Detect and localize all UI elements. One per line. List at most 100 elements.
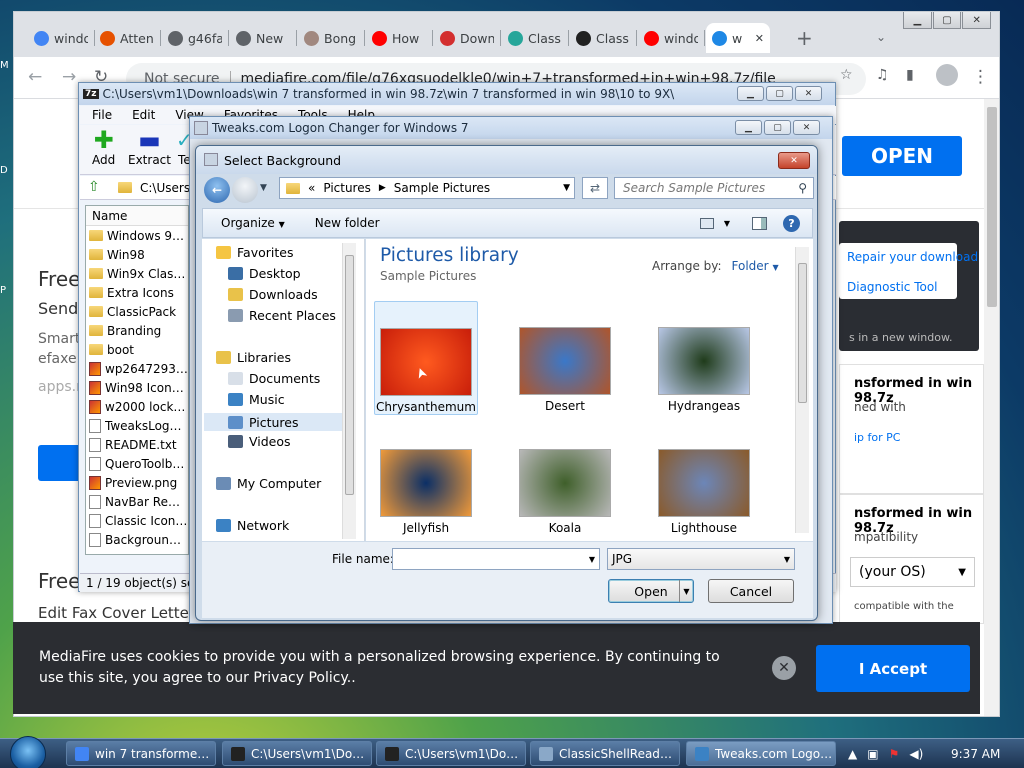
nav-item-desktop[interactable]: Desktop bbox=[228, 266, 301, 281]
os-select[interactable]: (your OS) ▼ bbox=[850, 557, 975, 587]
help-icon[interactable]: ? bbox=[783, 214, 800, 232]
close-button[interactable]: ✕ bbox=[962, 12, 992, 29]
menu-kebab-icon[interactable]: ⋮ bbox=[972, 67, 989, 87]
nav-item-recent-places[interactable]: Recent Places bbox=[228, 308, 336, 323]
browser-tab[interactable]: Download bbox=[434, 23, 500, 53]
browser-tab[interactable]: Attention bbox=[94, 23, 160, 53]
taskbar-item[interactable]: C:\Users\vm1\Dow... bbox=[222, 741, 372, 766]
7zip-close-button[interactable]: ✕ bbox=[795, 86, 822, 101]
minimize-button[interactable]: ▁ bbox=[903, 12, 932, 29]
taskbar-item[interactable]: win 7 transformed i... bbox=[66, 741, 216, 766]
nav-item-videos[interactable]: Videos bbox=[228, 434, 291, 449]
tweaks-maximize-button[interactable]: ▢ bbox=[764, 120, 791, 135]
new-tab-button[interactable]: + bbox=[796, 26, 813, 50]
page-scrollbar-thumb[interactable] bbox=[987, 107, 997, 307]
preview-pane-icon[interactable] bbox=[752, 216, 767, 230]
back-icon[interactable]: ← bbox=[28, 67, 42, 87]
organize-button[interactable]: Organize ▼ bbox=[221, 216, 285, 230]
up-folder-icon[interactable]: ⇧ bbox=[88, 179, 100, 195]
accept-cookies-button[interactable]: I Accept bbox=[816, 645, 970, 692]
desktop-icon-fragment[interactable]: M bbox=[0, 60, 12, 74]
cookie-close-icon[interactable]: ✕ bbox=[772, 656, 796, 680]
browser-tab[interactable]: w ✕ bbox=[706, 23, 770, 53]
browser-tab[interactable]: How bbox=[366, 23, 432, 53]
file-row[interactable]: TweaksLogon.n bbox=[86, 416, 188, 435]
nav-item-downloads[interactable]: Downloads bbox=[228, 287, 318, 302]
file-row[interactable]: Win98 Icons by bbox=[86, 378, 188, 397]
browser-tab[interactable]: Classic bbox=[502, 23, 568, 53]
taskbar-item[interactable]: Tweaks.com Logon... bbox=[686, 741, 836, 766]
thumbnail-koala[interactable]: Koala bbox=[513, 449, 617, 535]
file-row[interactable]: w2000 lock back bbox=[86, 397, 188, 416]
file-row[interactable]: NavBar Remove bbox=[86, 492, 188, 511]
taskbar-item[interactable]: C:\Users\vm1\Dow... bbox=[376, 741, 526, 766]
browser-tab[interactable]: g46fa bbox=[162, 23, 228, 53]
nav-item-network[interactable]: Network bbox=[216, 518, 289, 533]
tab-close-icon[interactable]: ✕ bbox=[755, 32, 764, 45]
breadcrumb[interactable]: « Pictures ▶ Sample Pictures ▼ bbox=[279, 177, 575, 199]
file-name-input[interactable]: ▼ bbox=[392, 548, 600, 570]
column-header-name[interactable]: Name bbox=[86, 206, 188, 226]
thumbnail-jellyfish[interactable]: Jellyfish bbox=[374, 449, 478, 535]
crumb-sample-pictures[interactable]: Sample Pictures bbox=[394, 181, 490, 195]
bookmark-star-icon[interactable]: ☆ bbox=[840, 67, 853, 83]
open-dropdown-icon[interactable]: ▼ bbox=[679, 580, 693, 602]
file-row[interactable]: wp2647293.png bbox=[86, 359, 188, 378]
dialog-close-button[interactable]: ✕ bbox=[778, 152, 810, 169]
open-button[interactable]: Open ▼ bbox=[608, 579, 694, 603]
tray-expand-icon[interactable]: ▲ bbox=[848, 747, 857, 761]
nav-item-music[interactable]: Music bbox=[228, 392, 285, 407]
browser-tab[interactable]: New bbox=[230, 23, 296, 53]
maximize-button[interactable]: ▢ bbox=[932, 12, 962, 29]
7zip-minimize-button[interactable]: ▁ bbox=[737, 86, 764, 101]
crumb-pictures[interactable]: Pictures bbox=[323, 181, 371, 195]
file-row[interactable]: QueroToolbarIn bbox=[86, 454, 188, 473]
taskbar-item[interactable]: ClassicShellReadme... bbox=[530, 741, 680, 766]
arrange-folder-dropdown[interactable]: Folder ▼ bbox=[732, 259, 779, 273]
file-row[interactable]: Branding bbox=[86, 321, 188, 340]
thumbnail-desert[interactable]: Desert bbox=[513, 327, 617, 413]
thumbnail-lighthouse[interactable]: Lighthouse bbox=[652, 449, 756, 535]
file-row[interactable]: Classic Icon The bbox=[86, 511, 188, 530]
view-chevron-icon[interactable]: ▼ bbox=[724, 219, 730, 228]
nav-item-my-computer[interactable]: My Computer bbox=[216, 476, 321, 491]
media-icon[interactable]: ♫ bbox=[876, 67, 889, 83]
file-row[interactable]: Win9x Classic Sounds bbox=[86, 264, 188, 283]
file-row[interactable]: BackgroundDef bbox=[86, 530, 188, 549]
refresh-icon[interactable]: ⇄ bbox=[582, 177, 608, 199]
browser-tab[interactable]: windows bbox=[28, 23, 94, 53]
file-row[interactable]: Preview.png bbox=[86, 473, 188, 492]
repair-link[interactable]: Repair your download bbox=[847, 250, 978, 264]
profile-avatar[interactable] bbox=[936, 64, 958, 86]
nav-item-pictures[interactable]: Pictures bbox=[204, 413, 342, 431]
nav-item-favorites[interactable]: Favorites bbox=[216, 245, 293, 260]
tweaks-minimize-button[interactable]: ▁ bbox=[735, 120, 762, 135]
file-row[interactable]: ClassicPack bbox=[86, 302, 188, 321]
nav-item-documents[interactable]: Documents bbox=[228, 371, 320, 386]
clock[interactable]: 9:37 AM bbox=[951, 747, 1000, 761]
file-view-scrollbar[interactable] bbox=[795, 247, 809, 533]
history-chevron-icon[interactable]: ▼ bbox=[260, 183, 267, 193]
volume-icon[interactable]: ◀) bbox=[909, 747, 923, 761]
desktop-icon-fragment[interactable]: P bbox=[0, 285, 12, 299]
network-icon[interactable]: ▣ bbox=[867, 747, 878, 761]
search-input[interactable]: Search Sample Pictures ⚲ bbox=[614, 177, 814, 199]
file-type-select[interactable]: JPG ▼ bbox=[607, 548, 795, 570]
menu-item[interactable]: Edit bbox=[132, 108, 155, 122]
file-row[interactable]: README.txt bbox=[86, 435, 188, 454]
menu-item[interactable]: File bbox=[92, 108, 112, 122]
nav-pane-scrollbar[interactable] bbox=[342, 243, 356, 539]
thumbnail-hydrangeas[interactable]: Hydrangeas bbox=[652, 327, 756, 413]
desktop-icon-fragment[interactable]: D bbox=[0, 165, 12, 179]
tab-search-icon[interactable]: ⌄ bbox=[876, 30, 886, 44]
tweaks-close-button[interactable]: ✕ bbox=[793, 120, 820, 135]
forward-arrow-icon[interactable] bbox=[232, 177, 258, 203]
open-download-button[interactable]: OPEN bbox=[842, 136, 962, 176]
browser-tab[interactable]: windows bbox=[638, 23, 704, 53]
diagnostic-link[interactable]: Diagnostic Tool bbox=[847, 280, 938, 294]
file-row[interactable]: Windows 98 Extras bbox=[86, 226, 188, 245]
start-button[interactable] bbox=[10, 736, 46, 768]
browser-tab[interactable]: Bong bbox=[298, 23, 364, 53]
side-panel-icon[interactable]: ▮ bbox=[906, 67, 914, 83]
file-row[interactable]: boot bbox=[86, 340, 188, 359]
